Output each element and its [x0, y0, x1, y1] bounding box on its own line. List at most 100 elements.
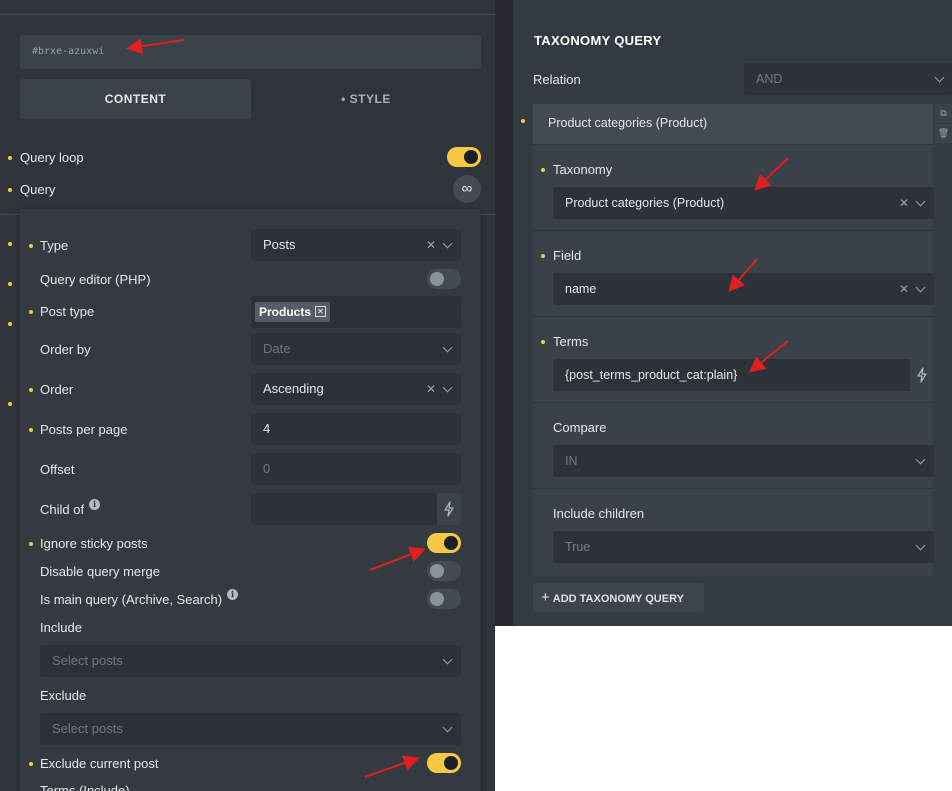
- info-icon[interactable]: i: [89, 499, 100, 510]
- terms-input[interactable]: {post_terms_product_cat:plain}: [553, 359, 910, 391]
- include-children-value: True: [565, 540, 591, 554]
- child-of-label: Child of: [40, 502, 85, 517]
- terms-include-label: Terms (Include): [40, 783, 130, 791]
- posts-per-page-input[interactable]: 4: [251, 413, 461, 445]
- changed-indicator: [8, 156, 12, 160]
- divider: [533, 402, 933, 403]
- disable-merge-toggle[interactable]: [427, 561, 461, 581]
- disable-merge-label: Disable query merge: [40, 564, 160, 579]
- taxonomy-query-title: TAXONOMY QUERY: [534, 33, 662, 48]
- toggle-knob: [464, 150, 478, 164]
- plus-icon: +: [541, 589, 550, 606]
- taxonomy-label: Taxonomy: [553, 162, 613, 177]
- post-type-tag-label: Products: [259, 305, 312, 319]
- field-value: name: [565, 282, 597, 296]
- divider: [0, 14, 495, 15]
- changed-indicator: [29, 310, 33, 314]
- child-of-input[interactable]: [251, 493, 437, 525]
- field-label: Field: [553, 248, 582, 263]
- taxonomy-item-title: Product categories (Product): [548, 116, 708, 130]
- post-type-tag[interactable]: Products ✕: [255, 302, 331, 322]
- exclude-current-label: Exclude current post: [40, 756, 159, 771]
- exclude-current-toggle[interactable]: [427, 753, 461, 773]
- relation-label: Relation: [533, 72, 581, 87]
- toggle-knob: [444, 756, 458, 770]
- changed-indicator: [8, 242, 12, 246]
- tab-style[interactable]: • STYLE: [251, 79, 481, 119]
- changed-indicator: [29, 542, 33, 546]
- add-taxonomy-query-label: ADD TAXONOMY QUERY: [552, 593, 684, 605]
- compare-value: IN: [565, 454, 578, 468]
- include-children-label: Include children: [553, 506, 645, 521]
- order-by-select[interactable]: Date: [251, 333, 461, 365]
- type-label: Type: [40, 238, 69, 253]
- query-loop-toggle[interactable]: [447, 147, 481, 167]
- element-id-field[interactable]: #brxe-azuxwi: [20, 35, 481, 69]
- include-label: Include: [40, 620, 82, 635]
- offset-placeholder: 0: [263, 461, 271, 476]
- clear-x-icon[interactable]: ✕: [426, 383, 436, 395]
- order-value: Ascending: [263, 381, 324, 396]
- posts-per-page-label: Posts per page: [40, 422, 128, 437]
- query-editor-toggle[interactable]: [427, 269, 461, 289]
- query-popup: Type Posts ✕ Query editor (PHP) Post typ…: [20, 209, 481, 791]
- toggle-knob: [430, 272, 444, 286]
- changed-indicator: [8, 282, 12, 286]
- trash-icon[interactable]: 🗑: [935, 124, 952, 143]
- ignore-sticky-label: Ignore sticky posts: [40, 536, 148, 551]
- taxonomy-select[interactable]: Product categories (Product): [553, 187, 934, 219]
- posts-per-page-value: 4: [263, 421, 271, 436]
- query-loop-label: Query loop: [20, 150, 84, 165]
- changed-indicator: [8, 188, 12, 192]
- offset-input[interactable]: 0: [251, 453, 461, 485]
- toggle-knob: [444, 536, 458, 550]
- type-value: Posts: [263, 237, 296, 252]
- clear-x-icon[interactable]: ✕: [899, 283, 909, 295]
- clear-x-icon[interactable]: ✕: [899, 197, 909, 209]
- compare-label: Compare: [553, 420, 607, 435]
- relation-value: AND: [756, 72, 783, 86]
- is-main-query-toggle[interactable]: [427, 589, 461, 609]
- clear-x-icon[interactable]: ✕: [426, 239, 436, 251]
- element-settings-panel: #brxe-azuxwi CONTENT • STYLE Query loop …: [0, 0, 495, 791]
- compare-select[interactable]: IN: [553, 445, 934, 477]
- order-by-label: Order by: [40, 342, 91, 357]
- divider: [533, 144, 933, 145]
- order-label: Order: [40, 382, 74, 397]
- order-by-placeholder: Date: [263, 341, 291, 356]
- changed-indicator: [29, 244, 33, 248]
- is-main-query-label: Is main query (Archive, Search): [40, 592, 223, 607]
- panel-gap: [495, 0, 513, 626]
- changed-indicator: [8, 322, 12, 326]
- relation-select[interactable]: AND: [744, 63, 952, 95]
- add-taxonomy-query-button[interactable]: + ADD TAXONOMY QUERY: [533, 583, 704, 612]
- changed-indicator: [29, 388, 33, 392]
- query-label: Query: [20, 182, 56, 197]
- include-children-select[interactable]: True: [553, 531, 934, 563]
- query-editor-label: Query editor (PHP): [40, 272, 151, 287]
- changed-indicator: [541, 168, 545, 172]
- post-type-label: Post type: [40, 304, 95, 319]
- changed-indicator: [8, 402, 12, 406]
- divider: [533, 230, 933, 231]
- infinity-icon[interactable]: ∞: [453, 175, 481, 203]
- changed-indicator: [521, 119, 525, 123]
- tab-content[interactable]: CONTENT: [20, 79, 251, 119]
- remove-tag-icon[interactable]: ✕: [315, 306, 327, 318]
- terms-value: {post_terms_product_cat:plain}: [565, 368, 738, 382]
- include-placeholder: Select posts: [52, 653, 123, 668]
- include-select[interactable]: Select posts: [40, 645, 461, 677]
- bolt-icon[interactable]: [910, 359, 934, 391]
- exclude-placeholder: Select posts: [52, 721, 123, 736]
- changed-indicator: [541, 254, 545, 258]
- ignore-sticky-toggle[interactable]: [427, 533, 461, 553]
- terms-label: Terms: [553, 334, 589, 349]
- changed-indicator: [29, 428, 33, 432]
- exclude-select[interactable]: Select posts: [40, 713, 461, 745]
- bolt-icon[interactable]: [437, 493, 461, 525]
- field-select[interactable]: name: [553, 273, 934, 305]
- copy-icon[interactable]: ⧉: [935, 104, 952, 123]
- toggle-knob: [430, 564, 444, 578]
- info-icon[interactable]: i: [227, 589, 238, 600]
- toggle-knob: [430, 592, 444, 606]
